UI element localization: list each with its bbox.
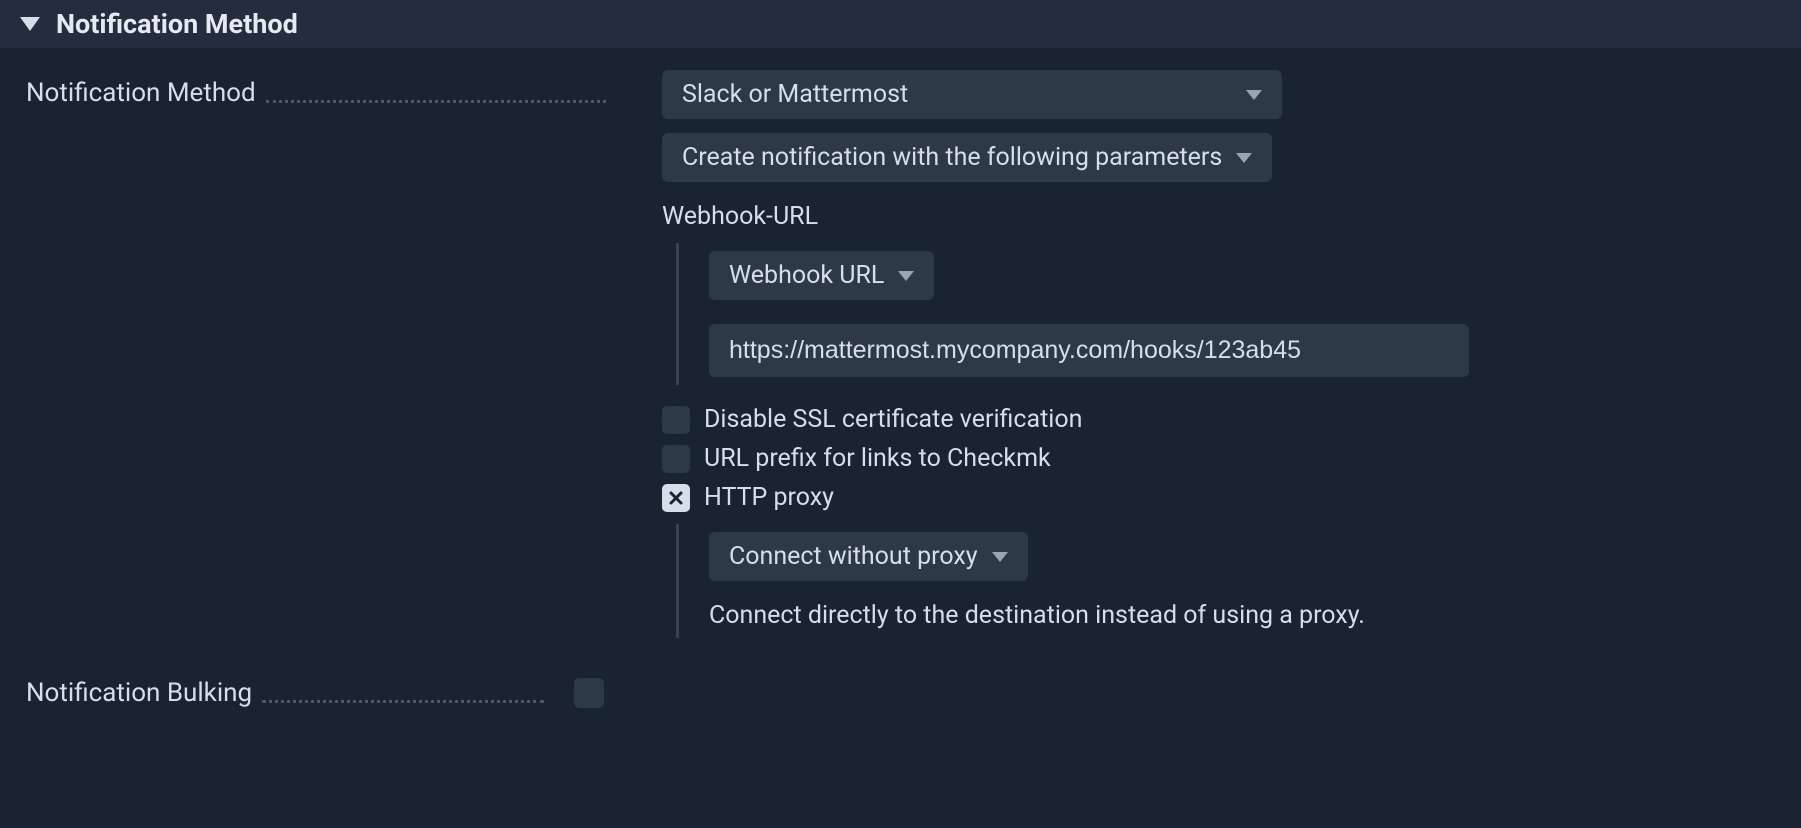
params-dropdown[interactable]: Create notification with the following p… — [662, 133, 1272, 182]
disable-ssl-label: Disable SSL certificate verification — [704, 405, 1082, 434]
disable-ssl-checkbox[interactable] — [662, 406, 690, 434]
notification-bulking-checkbox[interactable] — [574, 678, 604, 708]
webhook-url-input[interactable] — [709, 324, 1469, 377]
url-prefix-checkbox[interactable] — [662, 445, 690, 473]
webhook-type-label: Webhook URL — [729, 261, 884, 290]
webhook-type-dropdown[interactable]: Webhook URL — [709, 251, 934, 300]
url-prefix-label: URL prefix for links to Checkmk — [704, 444, 1051, 473]
section-header[interactable]: Notification Method — [0, 0, 1801, 48]
notification-bulking-label: Notification Bulking — [26, 678, 252, 708]
chevron-down-icon — [1236, 153, 1252, 163]
section-content: Notification Method Slack or Mattermost … — [0, 48, 1801, 730]
chevron-down-icon — [1246, 90, 1262, 100]
method-dropdown-label: Slack or Mattermost — [682, 80, 908, 109]
value-column: Slack or Mattermost Create notification … — [616, 70, 1775, 638]
webhook-section-label: Webhook-URL — [662, 202, 1775, 231]
proxy-nested-block: Connect without proxy Connect directly t… — [676, 524, 1775, 638]
collapse-icon — [20, 17, 40, 31]
label-column: Notification Method — [26, 70, 616, 108]
bulking-label-column: Notification Bulking — [26, 678, 554, 708]
disable-ssl-row: Disable SSL certificate verification — [662, 405, 1775, 434]
proxy-mode-dropdown[interactable]: Connect without proxy — [709, 532, 1028, 581]
x-mark-icon — [668, 490, 684, 506]
chevron-down-icon — [898, 271, 914, 281]
chevron-down-icon — [992, 552, 1008, 562]
method-dropdown[interactable]: Slack or Mattermost — [662, 70, 1282, 119]
webhook-nested-block: Webhook URL — [676, 243, 1775, 385]
proxy-help-text: Connect directly to the destination inst… — [709, 601, 1775, 630]
http-proxy-label: HTTP proxy — [704, 483, 834, 512]
url-prefix-row: URL prefix for links to Checkmk — [662, 444, 1775, 473]
notification-bulking-row: Notification Bulking — [26, 678, 1775, 708]
proxy-mode-label: Connect without proxy — [729, 542, 978, 571]
dotted-separator — [262, 700, 544, 703]
http-proxy-checkbox[interactable] — [662, 484, 690, 512]
params-dropdown-label: Create notification with the following p… — [682, 143, 1222, 172]
http-proxy-row: HTTP proxy — [662, 483, 1775, 512]
notification-method-row: Notification Method Slack or Mattermost … — [26, 70, 1775, 638]
notification-method-label: Notification Method — [26, 78, 256, 108]
dotted-separator — [266, 100, 606, 103]
section-title: Notification Method — [56, 8, 298, 40]
